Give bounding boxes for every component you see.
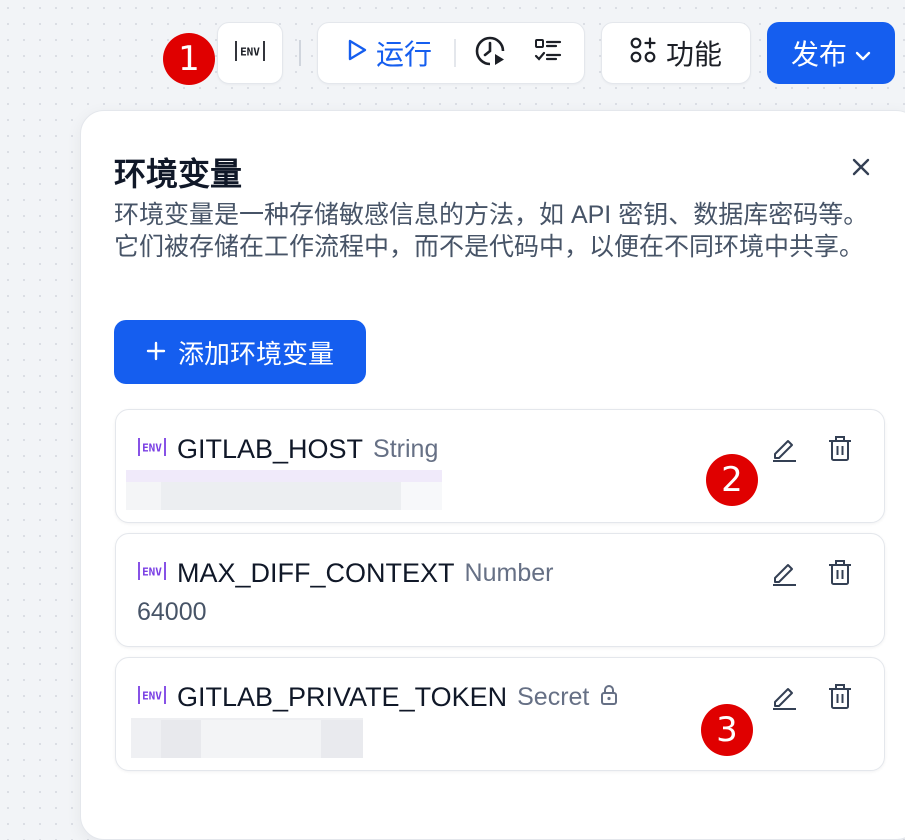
variable-value: 64000: [137, 598, 207, 626]
close-button[interactable]: [843, 151, 879, 187]
play-icon: [346, 37, 368, 69]
edit-button[interactable]: [766, 680, 802, 716]
close-icon: [852, 158, 870, 181]
chevron-down-icon: [855, 37, 871, 69]
pencil-icon: [770, 682, 798, 715]
variable-name: GITLAB_HOST: [177, 434, 364, 464]
panel-title: 环境变量: [114, 156, 243, 192]
delete-button[interactable]: [822, 432, 858, 468]
checklist-button[interactable]: [528, 33, 568, 73]
variable-type: Number: [464, 559, 554, 587]
features-button[interactable]: 功能: [601, 22, 751, 84]
redacted-value: [126, 470, 442, 510]
run-group-separator: [454, 39, 457, 67]
publish-label: 发布: [790, 39, 847, 70]
checklist-icon: [534, 37, 562, 70]
pencil-icon: [770, 558, 798, 591]
environment-variables-panel: 环境变量 环境变量是一种存储敏感信息的方法，如 API 密钥、数据库密码等。它们…: [80, 110, 905, 840]
variable-name: MAX_DIFF_CONTEXT: [177, 558, 455, 588]
variable-type: String: [373, 435, 439, 463]
add-button-label: 添加环境变量: [177, 338, 334, 369]
card-actions: [766, 432, 858, 468]
run-button-group: 运行: [317, 22, 585, 84]
svg-text:ENV: ENV: [142, 690, 162, 703]
redacted-value: [131, 718, 363, 758]
variable-header: ENV MAX_DIFF_CONTEXT Number: [137, 558, 553, 589]
variable-header: ENV GITLAB_PRIVATE_TOKEN Secret: [137, 682, 619, 713]
run-button[interactable]: 运行: [318, 23, 432, 83]
env-icon: ENV: [234, 39, 266, 68]
clock-play-icon: [473, 34, 507, 73]
edit-button[interactable]: [766, 556, 802, 592]
lock-icon: [599, 684, 619, 711]
annotation-badge-2: 2: [706, 454, 758, 506]
env-variable-card: ENV MAX_DIFF_CONTEXT Number 64000: [115, 533, 885, 647]
delete-button[interactable]: [822, 556, 858, 592]
publish-button[interactable]: 发布: [767, 22, 895, 84]
toolbar-divider: [299, 40, 301, 66]
env-variable-icon: ENV: [137, 559, 167, 588]
env-variable-icon: ENV: [137, 683, 167, 712]
svg-text:ENV: ENV: [142, 442, 162, 455]
variable-type: Secret: [517, 683, 590, 711]
env-variable-card: ENV GITLAB_PRIVATE_TOKEN Secret 3: [115, 657, 885, 771]
run-history-button[interactable]: [470, 33, 510, 73]
environment-variables-button[interactable]: ENV: [217, 22, 283, 84]
features-label: 功能: [665, 39, 722, 70]
edit-button[interactable]: [766, 432, 802, 468]
variable-name: GITLAB_PRIVATE_TOKEN: [177, 682, 508, 712]
annotation-badge-1: 1: [163, 33, 215, 85]
annotation-badge-3: 3: [701, 704, 753, 756]
panel-description: 环境变量是一种存储敏感信息的方法，如 API 密钥、数据库密码等。它们被存储在工…: [114, 201, 869, 261]
variable-header: ENV GITLAB_HOST String: [137, 434, 438, 465]
env-variable-icon: ENV: [137, 435, 167, 464]
trash-icon: [826, 434, 854, 467]
top-toolbar: 1 ENV 运行 功能 发布: [0, 0, 905, 100]
run-label: 运行: [376, 39, 433, 70]
apps-add-icon: [630, 36, 656, 70]
delete-button[interactable]: [822, 680, 858, 716]
card-actions: [766, 556, 858, 592]
svg-text:ENV: ENV: [142, 566, 162, 579]
add-environment-variable-button[interactable]: 添加环境变量: [114, 320, 366, 384]
plus-icon: [146, 337, 166, 368]
env-variable-card: ENV GITLAB_HOST String 2: [115, 409, 885, 523]
trash-icon: [826, 682, 854, 715]
pencil-icon: [770, 434, 798, 467]
svg-text:ENV: ENV: [240, 45, 260, 58]
trash-icon: [826, 558, 854, 591]
card-actions: [766, 680, 858, 716]
